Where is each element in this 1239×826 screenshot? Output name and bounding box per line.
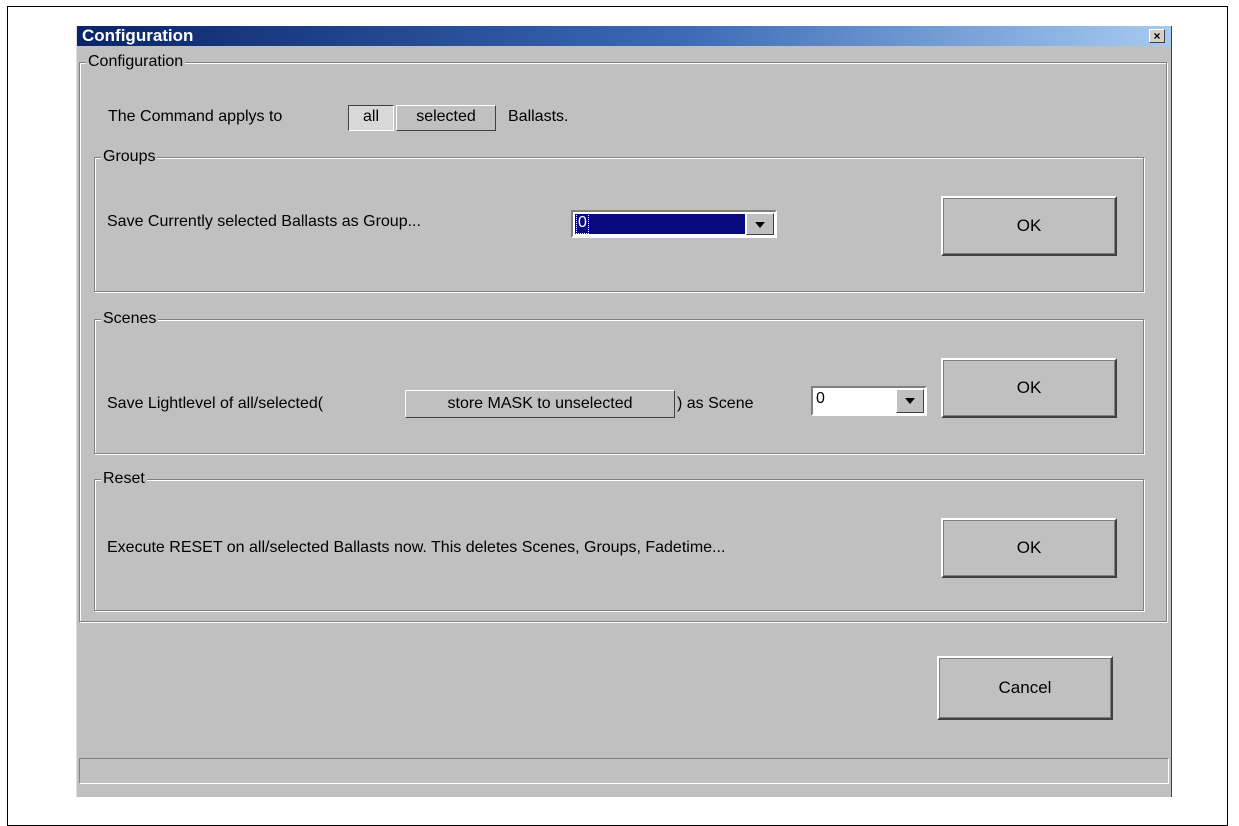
scene-select-value: 0 (816, 390, 825, 407)
save-group-label: Save Currently selected Ballasts as Grou… (107, 213, 421, 230)
save-lightlevel-label: Save Lightlevel of all/selected( (107, 395, 324, 412)
applies-to-label: The Command applys to (108, 108, 283, 125)
configuration-legend: Configuration (86, 52, 186, 72)
ballasts-label: Ballasts. (508, 108, 569, 125)
configuration-group: Configuration The Command applys to all … (79, 52, 1167, 622)
status-bar (79, 758, 1169, 784)
reset-group: Reset Execute RESET on all/selected Ball… (94, 469, 1144, 611)
as-scene-label: ) as Scene (677, 395, 754, 412)
scenes-legend: Scenes (101, 309, 159, 329)
group-select[interactable]: 0 (571, 210, 777, 238)
group-select-dropdown-button[interactable] (746, 213, 774, 235)
reset-ok-button[interactable]: OK (941, 518, 1117, 578)
apply-selected-button[interactable]: selected (396, 105, 496, 131)
apply-all-button[interactable]: all (348, 105, 394, 131)
close-icon[interactable]: × (1149, 29, 1165, 43)
cancel-button[interactable]: Cancel (937, 656, 1113, 720)
title-bar[interactable]: Configuration × (77, 26, 1171, 46)
scenes-ok-button[interactable]: OK (941, 358, 1117, 418)
chevron-down-icon (755, 222, 765, 228)
reset-description: Execute RESET on all/selected Ballasts n… (107, 539, 726, 556)
window-title: Configuration (82, 26, 194, 45)
configuration-dialog: Configuration × Configuration The Comman… (76, 26, 1172, 797)
groups-group: Groups Save Currently selected Ballasts … (94, 147, 1144, 292)
chevron-down-icon (905, 398, 915, 404)
scene-select-dropdown-button[interactable] (896, 389, 924, 413)
group-select-value: 0 (576, 212, 589, 234)
groups-ok-button[interactable]: OK (941, 196, 1117, 256)
reset-legend: Reset (101, 469, 147, 489)
store-mask-button[interactable]: store MASK to unselected (405, 390, 675, 418)
scene-select[interactable]: 0 (811, 386, 927, 416)
groups-legend: Groups (101, 147, 158, 167)
scenes-group: Scenes Save Lightlevel of all/selected( … (94, 309, 1144, 454)
group-select-highlight: 0 (575, 212, 745, 234)
